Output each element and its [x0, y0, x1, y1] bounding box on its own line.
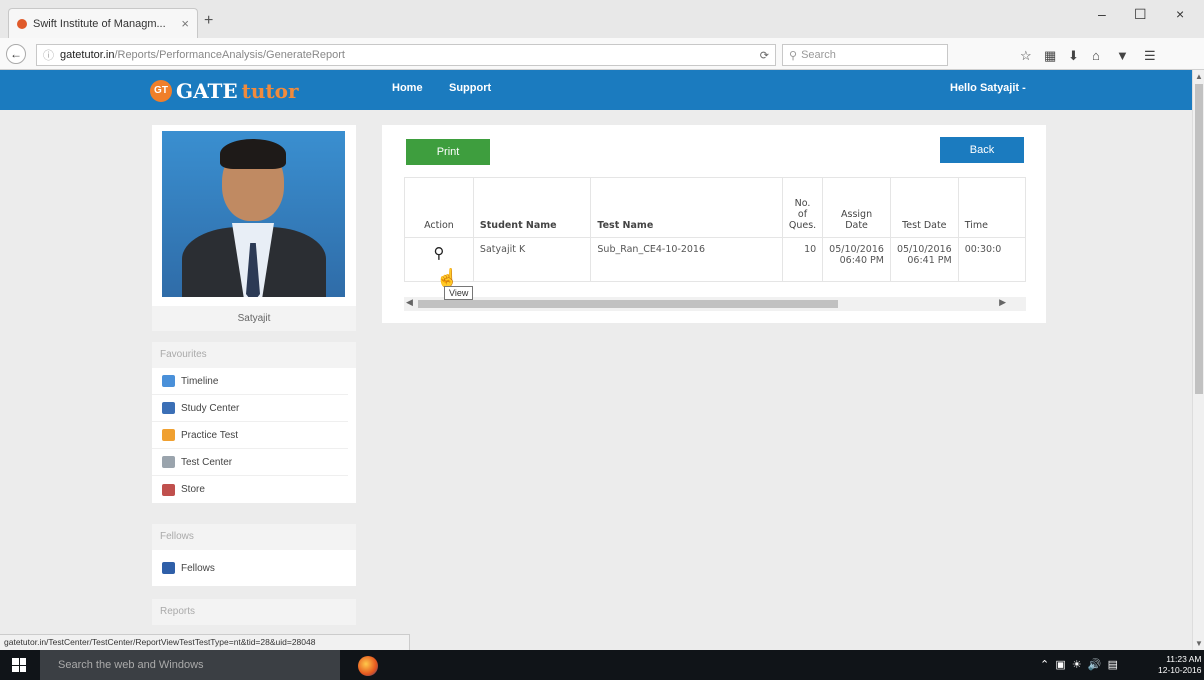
nav-support-link[interactable]: Support	[449, 82, 491, 94]
report-table: Action Student Name Test Name No. of Que…	[404, 177, 1026, 282]
column-header-test-name: Test Name	[590, 177, 783, 238]
favourites-title: Favourites	[152, 342, 356, 368]
sidebar-item-practice-test[interactable]: Practice Test	[152, 422, 348, 449]
test-date-cell: 05/10/2016 06:41 PM	[889, 237, 959, 282]
print-button[interactable]: Print	[406, 139, 490, 165]
maximize-button[interactable]: ☐	[1134, 6, 1147, 23]
reading-list-icon[interactable]: ▦	[1044, 48, 1056, 64]
browser-tab[interactable]: Swift Institute of Managm... ×	[8, 8, 198, 38]
windows-taskbar: Search the web and Windows ⌃ ▣ ☀ 🔊 ▤ 11:…	[0, 650, 1204, 680]
gatetutor-logo[interactable]: GT GATE tutor	[150, 79, 299, 103]
logo-tutor-text: tutor	[241, 79, 299, 103]
column-header-no-of-ques: No. of Ques.	[781, 177, 824, 238]
reports-panel: Reports	[152, 599, 356, 625]
fellows-title: Fellows	[152, 524, 356, 550]
column-header-student-name: Student Name	[472, 177, 592, 238]
horizontal-scroll-thumb[interactable]	[418, 300, 838, 308]
logo-gate-text: GATE	[176, 79, 238, 103]
practice-test-icon	[162, 429, 175, 441]
sidebar-item-label: Fellows	[181, 562, 215, 574]
report-table-container: Action Student Name Test Name No. of Que…	[404, 177, 1026, 283]
sidebar-item-study-center[interactable]: Study Center	[152, 395, 348, 422]
tab-close-icon[interactable]: ×	[181, 16, 189, 31]
browser-status-url: gatetutor.in/TestCenter/TestCenter/Repor…	[0, 634, 410, 650]
minimize-button[interactable]: –	[1098, 6, 1106, 22]
view-tooltip: View	[444, 286, 474, 300]
back-arrow-icon[interactable]: ←	[6, 44, 26, 64]
test-name-cell: Sub_Ran_CE4-10-2016	[590, 237, 783, 282]
site-favicon-icon	[17, 18, 27, 29]
browser-search-input[interactable]: ⚲ Search	[782, 44, 948, 66]
taskbar-clock[interactable]: 11:23 AM 12-10-2016	[1158, 654, 1201, 676]
reports-title: Reports	[152, 599, 356, 625]
table-horizontal-scrollbar[interactable]: ◀ ▶	[404, 297, 1026, 311]
pocket-icon[interactable]: ▼	[1116, 48, 1129, 63]
clock-date: 12-10-2016	[1158, 665, 1202, 675]
test-center-icon	[162, 456, 175, 468]
back-button[interactable]: Back	[940, 137, 1024, 163]
home-icon[interactable]: ⌂	[1092, 48, 1100, 63]
page-scrollbar[interactable]: ▲ ▼	[1192, 70, 1204, 650]
assign-date-cell: 05/10/2016 06:40 PM	[822, 237, 891, 282]
url-path: /Reports/PerformanceAnalysis/GenerateRep…	[114, 49, 345, 61]
view-magnifier-icon[interactable]: ⚲	[433, 244, 444, 262]
store-icon	[162, 483, 175, 496]
windows-start-icon[interactable]	[12, 658, 26, 672]
sidebar-item-timeline[interactable]: Timeline	[152, 368, 348, 395]
scrollbar-thumb[interactable]	[1195, 84, 1203, 394]
table-row: ⚲ Satyajit K Sub_Ran_CE4-10-2016 10 05/1…	[404, 237, 1026, 282]
sidebar-item-test-center[interactable]: Test Center	[152, 449, 348, 476]
menu-icon[interactable]: ☰	[1144, 48, 1156, 64]
system-tray-icons[interactable]: ⌃ ▣ ☀ 🔊 ▤	[1040, 658, 1118, 671]
column-header-time: Time	[957, 177, 1026, 238]
new-tab-button[interactable]: +	[204, 12, 213, 30]
sidebar-item-label: Store	[181, 484, 205, 495]
firefox-taskbar-icon[interactable]	[358, 656, 378, 676]
sidebar-item-store[interactable]: Store	[152, 476, 348, 503]
sidebar-item-label: Study Center	[181, 402, 240, 414]
scroll-up-arrow-icon[interactable]: ▲	[1195, 72, 1203, 81]
fellows-panel: Fellows Fellows	[152, 524, 356, 586]
scroll-right-arrow-icon[interactable]: ▶	[999, 297, 1006, 308]
site-header: GT GATE tutor Home Support Hello Satyaji…	[0, 70, 1192, 110]
column-header-action: Action	[404, 177, 474, 238]
download-icon[interactable]: ⬇	[1068, 48, 1079, 64]
column-header-test-date: Test Date	[889, 177, 959, 238]
questions-cell: 10	[781, 237, 824, 282]
url-domain: gatetutor.in	[60, 49, 115, 61]
scroll-left-arrow-icon[interactable]: ◀	[406, 297, 413, 308]
reload-icon[interactable]: ⟳	[760, 49, 769, 62]
address-bar[interactable]: ⓘ gatetutor.in /Reports/PerformanceAnaly…	[36, 44, 776, 66]
profile-photo	[162, 131, 345, 297]
sidebar-item-label: Practice Test	[181, 429, 239, 441]
student-name-cell: Satyajit K	[472, 237, 592, 282]
browser-tab-bar: Swift Institute of Managm... × + – ☐ ×	[0, 0, 1204, 38]
study-center-icon	[162, 402, 175, 414]
column-header-assign-date: Assign Date	[822, 177, 891, 238]
favourites-panel: Favourites Timeline Study Center Practic…	[152, 342, 356, 503]
clock-time: 11:23 AM	[1166, 654, 1202, 664]
bookmark-star-icon[interactable]: ☆	[1020, 48, 1032, 64]
time-cell: 00:30:0	[957, 237, 1026, 282]
search-icon: ⚲	[789, 49, 798, 62]
info-icon: ⓘ	[43, 50, 54, 62]
sidebar-item-label: Timeline	[181, 375, 219, 387]
sidebar-item-label: Test Center	[181, 456, 233, 468]
sidebar-item-fellows[interactable]: Fellows	[152, 550, 348, 586]
fellows-icon	[162, 562, 175, 574]
search-placeholder: Search	[801, 49, 836, 61]
logo-badge: GT	[150, 80, 172, 102]
tab-title: Swift Institute of Managm...	[33, 17, 166, 30]
taskbar-search-input[interactable]: Search the web and Windows	[40, 650, 340, 680]
user-menu-dropdown[interactable]: Hello Satyajit -	[950, 82, 1026, 94]
timeline-icon	[162, 375, 175, 387]
close-window-button[interactable]: ×	[1176, 6, 1184, 22]
report-card: Print Back Action Student Name Test Name…	[382, 125, 1046, 323]
browser-nav-bar: ← ⓘ gatetutor.in /Reports/PerformanceAna…	[0, 38, 1204, 70]
nav-home-link[interactable]: Home	[392, 82, 423, 94]
scroll-down-arrow-icon[interactable]: ▼	[1195, 639, 1203, 648]
profile-name[interactable]: Satyajit	[152, 306, 356, 331]
profile-card: Satyajit	[152, 125, 356, 331]
